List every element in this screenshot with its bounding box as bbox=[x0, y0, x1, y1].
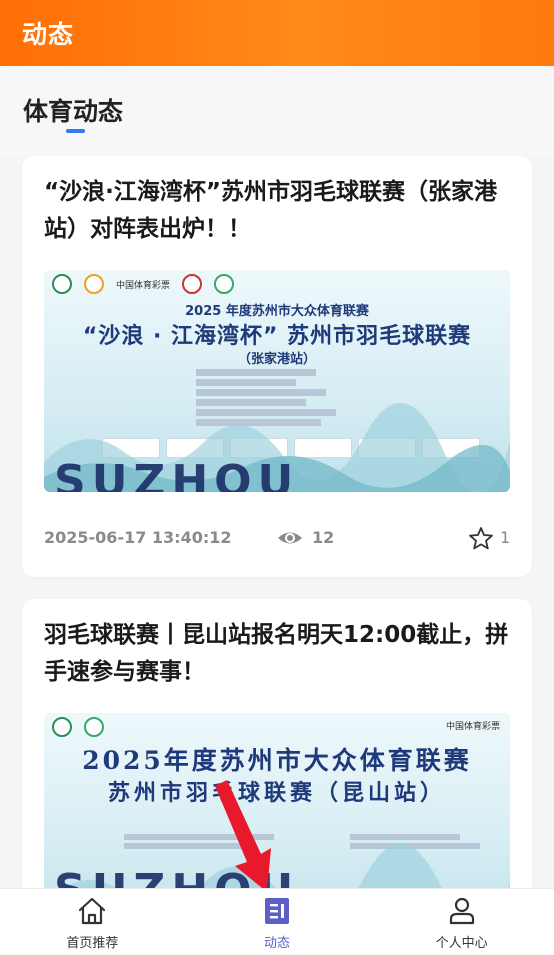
poster-station: （张家港站） bbox=[237, 352, 316, 367]
tab-profile[interactable]: 个人中心 bbox=[369, 889, 554, 955]
news-meta: 2025-06-17 13:40:12 12 1 bbox=[44, 526, 514, 550]
poster-logos bbox=[52, 717, 104, 737]
bottom-tab-bar: 首页推荐 动态 个人中心 bbox=[0, 888, 554, 955]
tab-home[interactable]: 首页推荐 bbox=[0, 889, 185, 955]
tab-news[interactable]: 动态 bbox=[185, 889, 370, 955]
tab-profile-label: 个人中心 bbox=[435, 936, 488, 951]
section-underline bbox=[66, 129, 85, 133]
news-icon bbox=[265, 898, 289, 924]
favorite-count: 1 bbox=[500, 528, 511, 547]
poster-subtitle: 2025 年度苏州市大众体育联赛 bbox=[185, 304, 369, 319]
news-title[interactable]: “沙浪·江海湾杯”苏州市羽毛球联赛（张家港站）对阵表出炉！！ bbox=[44, 174, 514, 248]
home-icon bbox=[79, 897, 106, 925]
poster-logo-text: 中国体育彩票 bbox=[445, 722, 500, 732]
news-cover-image[interactable]: 中国体育彩票 2025 年度苏州市大众体育联赛 “沙浪 · 江海湾杯” 苏州市羽… bbox=[44, 270, 510, 492]
poster-headline: “沙浪 · 江海湾杯” 苏州市羽毛球联赛 bbox=[82, 324, 472, 349]
tab-news-label: 动态 bbox=[264, 936, 291, 951]
eye-icon bbox=[278, 532, 302, 544]
tab-home-label: 首页推荐 bbox=[66, 936, 119, 951]
user-icon bbox=[449, 897, 474, 925]
poster-logo-text: 中国体育彩票 bbox=[116, 280, 171, 291]
app-header: 动态 bbox=[0, 0, 554, 66]
section-header: 体育动态 bbox=[0, 66, 554, 156]
section-title: 体育动态 bbox=[23, 97, 124, 126]
poster-logos: 中国体育彩票 bbox=[52, 274, 235, 294]
view-count: 12 bbox=[312, 528, 335, 547]
poster-big-text: SUZHOU bbox=[54, 456, 300, 492]
poster-headline: 2025年度苏州市大众体育联赛 bbox=[82, 746, 472, 775]
news-date: 2025-06-17 13:40:12 bbox=[44, 528, 232, 547]
page-title: 动态 bbox=[22, 20, 75, 49]
news-card[interactable]: “沙浪·江海湾杯”苏州市羽毛球联赛（张家港站）对阵表出炉！！ 中国体育彩票 20… bbox=[22, 156, 532, 577]
star-icon[interactable] bbox=[468, 526, 494, 550]
pointer-arrow bbox=[215, 780, 271, 892]
news-title[interactable]: 羽毛球联赛丨昆山站报名明天12:00截止，拼手速参与赛事！ bbox=[44, 617, 514, 691]
